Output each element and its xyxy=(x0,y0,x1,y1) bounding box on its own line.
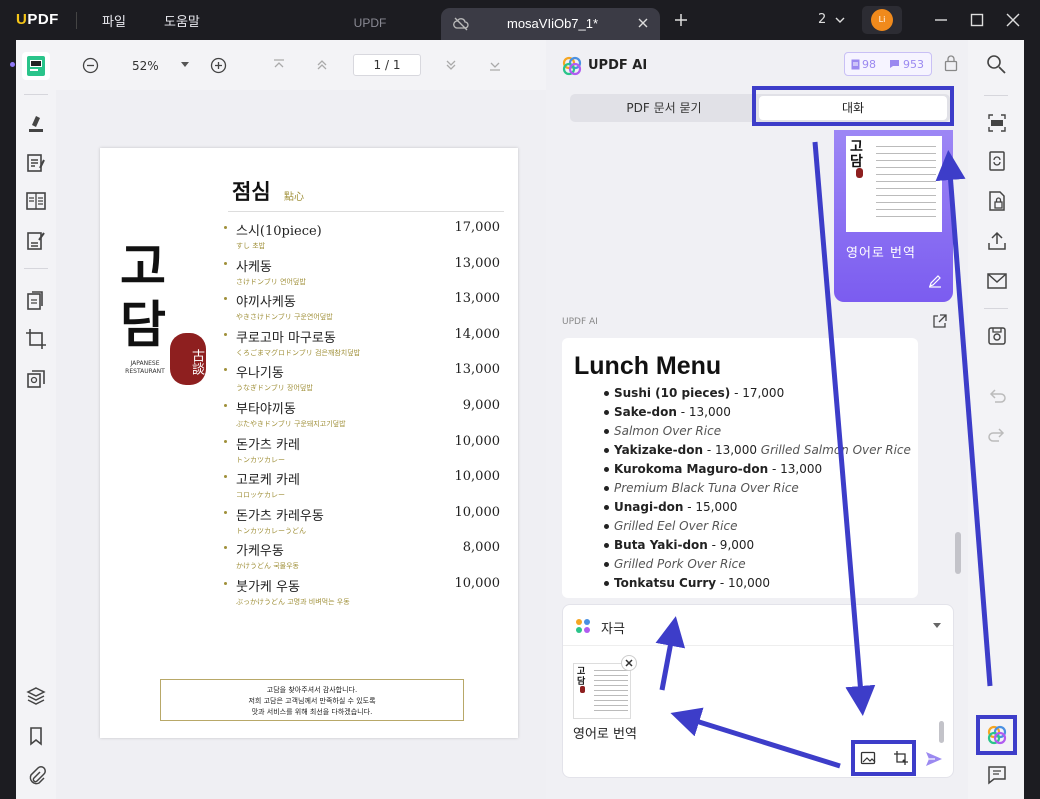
arrow-to-input-text xyxy=(670,707,841,769)
arrow-to-upload-tools xyxy=(812,141,876,716)
arrow-to-answer xyxy=(655,616,686,691)
arrow-to-chat-tab xyxy=(935,150,993,687)
annotation-arrows xyxy=(655,141,993,769)
